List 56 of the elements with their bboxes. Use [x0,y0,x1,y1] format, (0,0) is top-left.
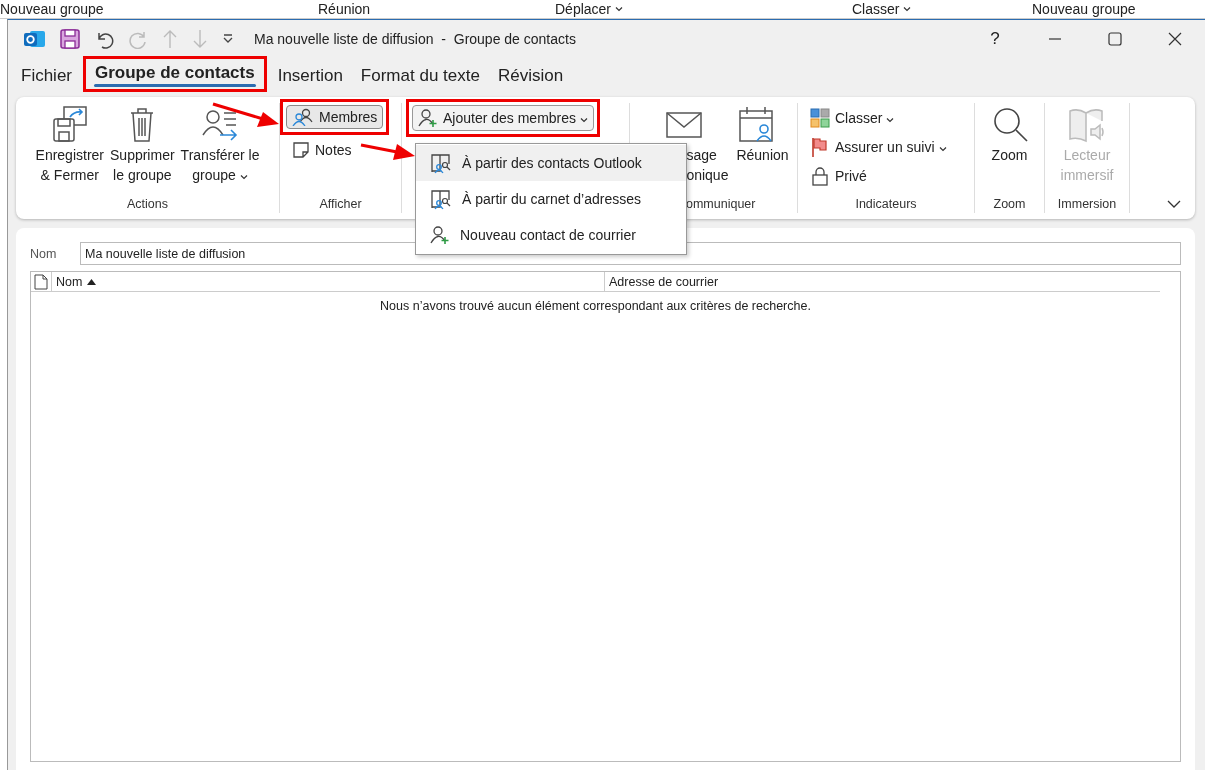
group-label: Indicateurs [854,196,918,213]
background-toolbar-label: Nouveau groupe [0,1,104,17]
ribbon-button[interactable]: Zoom [987,103,1032,195]
categories-icon [810,108,830,128]
ribbon-tab[interactable]: Fichier [14,62,79,92]
background-toolbar-label: Réunion [318,1,371,17]
field-label: Nom [30,246,58,261]
chevron-icon [580,117,589,123]
ribbon-button[interactable]: Notes [286,138,358,162]
address-book-icon [430,152,452,174]
people-icon [292,108,314,126]
ribbon-button[interactable]: Enregistrer & Fermer [33,103,106,195]
column-header[interactable]: Adresse de courrier [604,272,1160,291]
group-label: Afficher [318,196,363,213]
chevron-icon [886,117,895,123]
add-person-icon [430,225,450,245]
background-toolbar-label: Nouveau groupe [1032,1,1136,17]
ribbon-button[interactable]: Membres [286,105,384,129]
group-label: Immersion [1056,196,1118,213]
chevron-icon [615,6,624,12]
ribbon-button[interactable]: Classer [804,105,901,131]
ribbon-tab[interactable]: Groupe de contacts [88,59,262,89]
collapse-ribbon-icon[interactable] [1167,200,1181,209]
menu-item[interactable]: Nouveau contact de courrier [416,217,686,253]
ribbon-button[interactable]: Réunion [734,103,791,195]
background-toolbar-label: Déplacer [555,1,624,17]
ribbon-tab[interactable]: Révision [490,62,571,92]
lock-icon [810,166,830,186]
empty-message: Nous n’avons trouvé aucun élément correspondant aux critères de recherche. [379,298,812,313]
chevron-icon [239,174,248,180]
background-toolbar-label: Classer [852,1,912,17]
ribbon-button[interactable]: Assurer un suivi [804,134,953,160]
window-title: Ma nouvelle liste de diffusion - Groupe de contacts [254,31,576,47]
ribbon-tab[interactable]: Insertion [270,62,350,92]
ribbon-button[interactable]: Transférer le groupe [178,103,262,195]
add-person-icon [418,108,438,128]
column-header[interactable]: Nom [52,272,604,291]
note-icon [292,141,310,159]
group-label: Zoom [992,196,1027,213]
chevron-icon [938,146,947,152]
chevron-icon [903,6,912,12]
flag-icon [810,137,830,157]
ribbon-button[interactable]: Privé [804,163,873,189]
document-icon [34,273,48,290]
help-button[interactable]: ? [965,29,1025,49]
group-label: Actions [126,196,169,213]
ribbon-button[interactable]: Ajouter des membres [412,105,595,131]
outlook-logo-icon [24,29,46,49]
address-book-icon [430,188,452,210]
annotation-arrow [360,143,415,160]
ribbon-button[interactable]: Supprimer le groupe [108,103,177,195]
menu-item[interactable]: À partir des contacts Outlook [416,145,686,181]
save-icon[interactable] [60,29,80,49]
ribbon-tab[interactable]: Format du texte [353,62,487,92]
customize-toolbar-icon[interactable] [222,33,234,45]
annotation-arrow [212,102,279,127]
